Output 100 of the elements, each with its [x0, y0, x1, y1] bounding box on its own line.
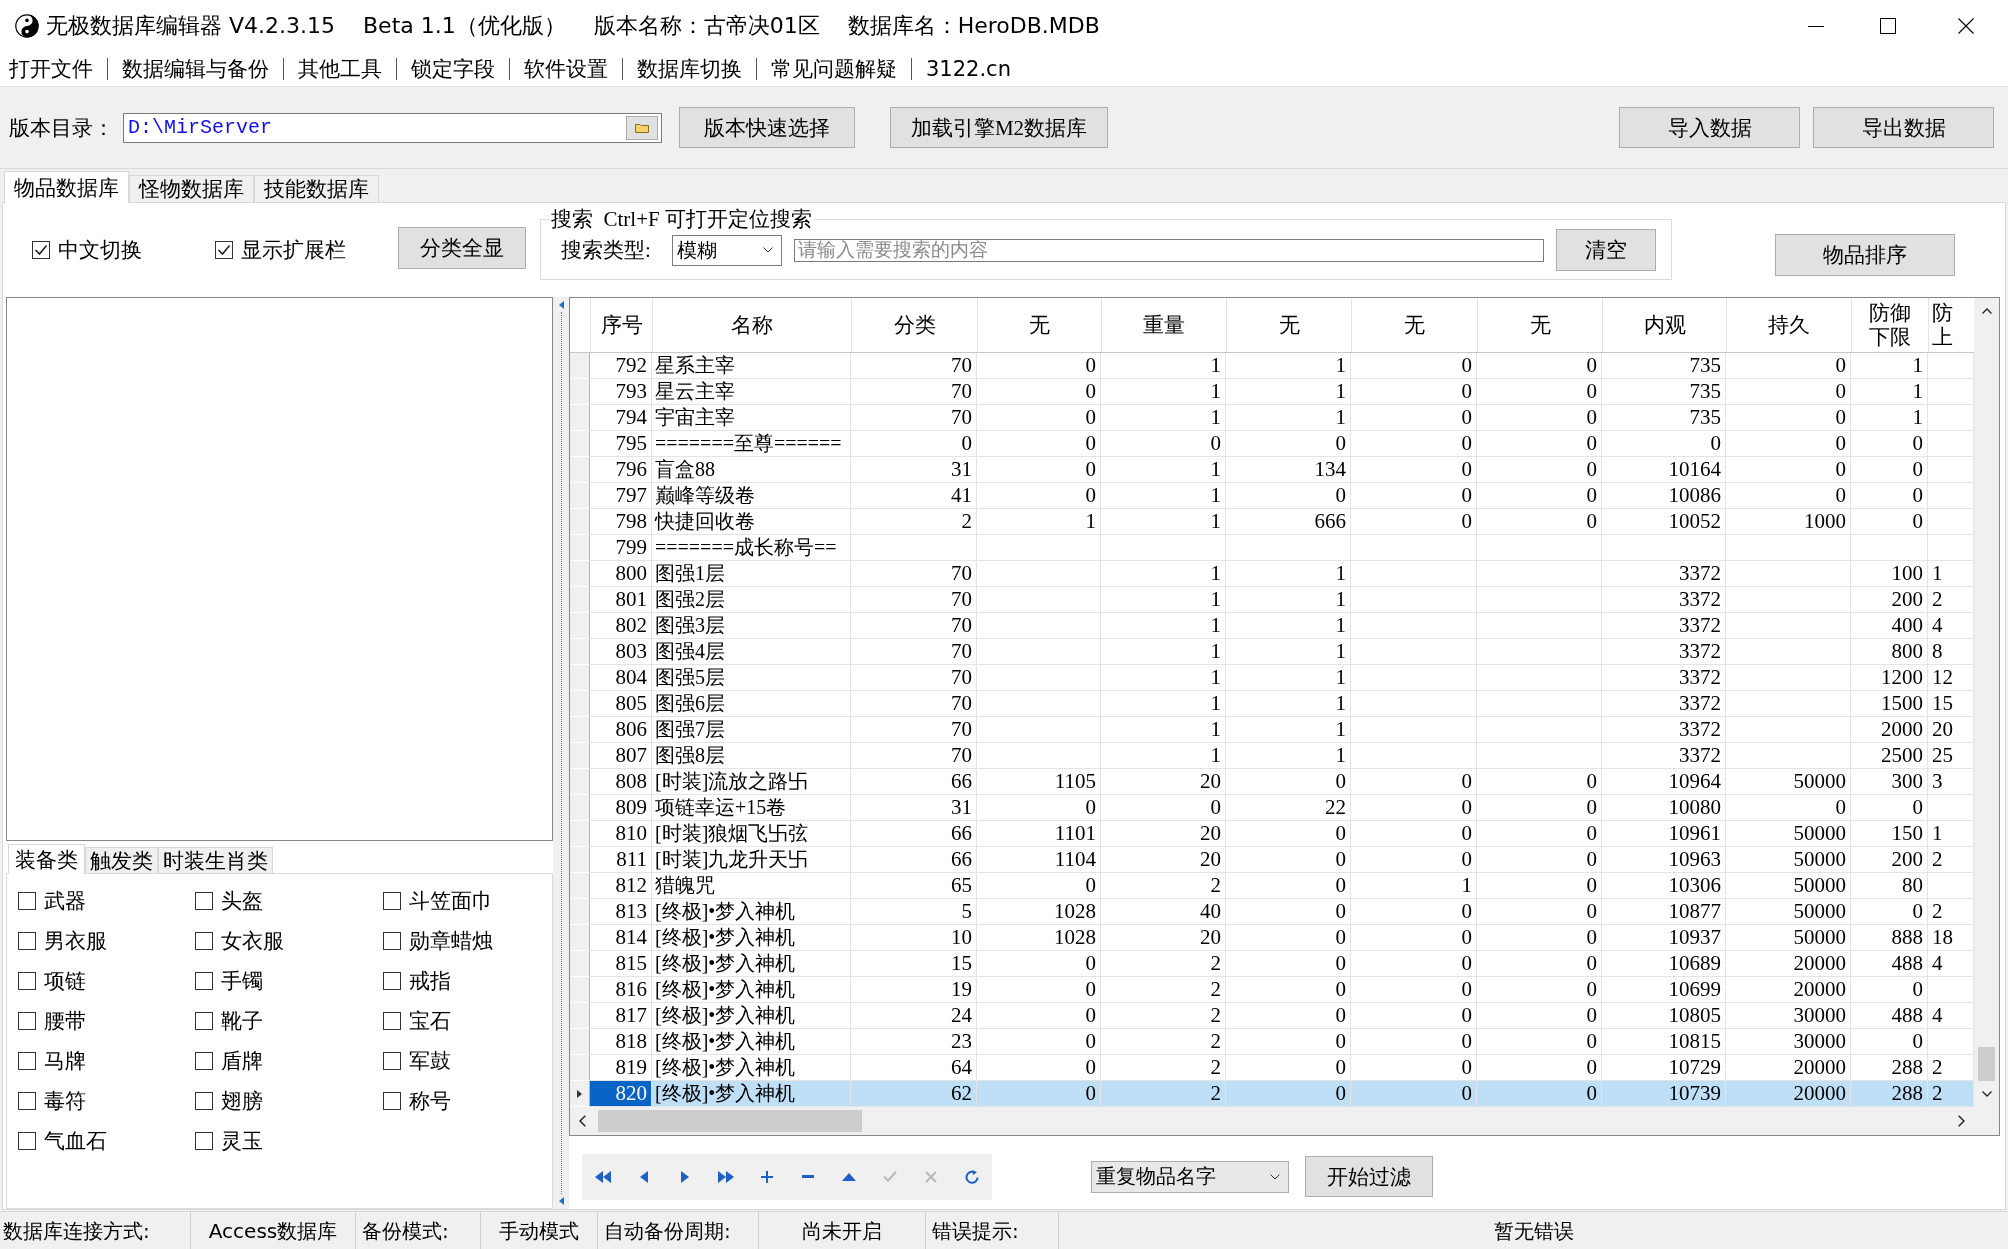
table-cell: 0	[977, 1003, 1101, 1029]
table-cell: 0	[977, 405, 1101, 431]
table-row[interactable]: 820 [终极]•梦入神机 62 0 2 0 0 0 10739 20000 288 2	[570, 1081, 1974, 1107]
table-row[interactable]: 808 [时装]流放之路卐 66 1105 20 0 0 0 10964 50000 300 3	[570, 769, 1974, 795]
checkbox[interactable]	[32, 241, 50, 259]
chevron-down-icon	[763, 247, 773, 253]
start-filter-button[interactable]: 开始过滤	[1305, 1156, 1433, 1197]
plus-icon	[760, 1170, 773, 1183]
checkbox[interactable]	[195, 1132, 213, 1150]
path-field[interactable]: D:\MirServer	[123, 112, 662, 143]
table-cell: 1104	[977, 847, 1101, 873]
table-row[interactable]: 799 =======成长称号==	[570, 535, 1974, 561]
table-row[interactable]: 806 图强7层 70 1 1 3372 2000 20	[570, 717, 1974, 743]
table-row[interactable]: 815 [终极]•梦入神机 15 0 2 0 0 0 10689 20000 488 4	[570, 951, 1974, 977]
checkbox[interactable]	[383, 1092, 401, 1110]
checkbox-label: 称号	[409, 1088, 451, 1115]
table-row[interactable]: 805 图强6层 70 1 1 3372 1500 15	[570, 691, 1974, 717]
menu-item[interactable]: 打开文件	[0, 54, 107, 84]
search-type-dropdown[interactable]: 模糊	[672, 234, 782, 266]
checkbox[interactable]	[383, 1012, 401, 1030]
toolbar-button[interactable]: 导出数据	[1813, 107, 1994, 148]
table-row[interactable]: 809 项链幸运+15卷 31 0 0 22 0 0 10080 0 0	[570, 795, 1974, 821]
menu-item[interactable]: 数据库切换	[623, 54, 756, 84]
checkbox[interactable]	[383, 972, 401, 990]
table-row[interactable]: 796 盲盒88 31 0 1 134 0 0 10164 0 0	[570, 457, 1974, 483]
table-row[interactable]: 807 图强8层 70 1 1 3372 2500 25	[570, 743, 1974, 769]
checkbox[interactable]	[383, 932, 401, 950]
clear-button[interactable]: 清空	[1556, 229, 1656, 271]
checkbox[interactable]	[18, 1092, 36, 1110]
right-triangle-icon	[680, 1170, 689, 1183]
table-row[interactable]: 797 巅峰等级卷 41 0 1 0 0 0 10086 0 0	[570, 483, 1974, 509]
splitter[interactable]	[553, 297, 569, 1209]
search-field[interactable]: 请输入需要搜索的内容	[794, 238, 1544, 262]
checkbox[interactable]	[195, 1052, 213, 1070]
table-cell: 0	[977, 379, 1101, 405]
horizontal-scrollbar[interactable]	[570, 1107, 1999, 1135]
table-row[interactable]: 798 快捷回收卷 2 1 1 666 0 0 10052 1000 0	[570, 509, 1974, 535]
table-cell: 0	[1101, 431, 1226, 457]
tab[interactable]: 时装生肖类	[158, 847, 273, 873]
tab[interactable]: 物品数据库	[4, 171, 129, 203]
table-row[interactable]: 812 猎魄咒 65 0 2 0 1 0 10306 50000 80	[570, 873, 1974, 899]
checkbox[interactable]	[18, 1052, 36, 1070]
table-cell: 1	[1351, 873, 1477, 899]
table-row[interactable]: 814 [终极]•梦入神机 10 1028 20 0 0 0 10937 50000 888 18	[570, 925, 1974, 951]
table-row[interactable]: 804 图强5层 70 1 1 3372 1200 12	[570, 665, 1974, 691]
toolbar-button[interactable]: 加载引擎M2数据库	[890, 107, 1108, 148]
table-cell: 0	[851, 431, 977, 457]
checkbox[interactable]	[18, 972, 36, 990]
filter-dropdown[interactable]: 重复物品名字	[1091, 1160, 1289, 1193]
table-row[interactable]: 816 [终极]•梦入神机 19 0 2 0 0 0 10699 20000 0	[570, 977, 1974, 1003]
table-row[interactable]: 794 宇宙主宰 70 0 1 1 0 0 735 0 1	[570, 405, 1974, 431]
menu-item[interactable]: 其他工具	[284, 54, 396, 84]
table-row[interactable]: 803 图强4层 70 1 1 3372 800 8	[570, 639, 1974, 665]
tab[interactable]: 装备类	[8, 844, 85, 874]
checkbox[interactable]	[18, 892, 36, 910]
table-row[interactable]: 817 [终极]•梦入神机 24 0 2 0 0 0 10805 30000 488 4	[570, 1003, 1974, 1029]
checkbox[interactable]	[18, 1012, 36, 1030]
table-cell: 70	[851, 717, 977, 743]
table-cell: 图强5层	[652, 665, 851, 691]
checkbox[interactable]	[18, 1132, 36, 1150]
table-cell: 20	[1101, 769, 1226, 795]
table-cell: 5	[851, 899, 977, 925]
checkbox[interactable]	[195, 972, 213, 990]
tab[interactable]: 技能数据库	[254, 175, 379, 202]
table-row[interactable]: 802 图强3层 70 1 1 3372 400 4	[570, 613, 1974, 639]
tab[interactable]: 触发类	[85, 847, 158, 873]
table-row[interactable]: 818 [终极]•梦入神机 23 0 2 0 0 0 10815 30000 0	[570, 1029, 1974, 1055]
checkbox[interactable]	[195, 892, 213, 910]
menu-item[interactable]: 数据编辑与备份	[108, 54, 283, 84]
checkbox[interactable]	[18, 932, 36, 950]
table-row[interactable]: 795 =======至尊====== 0 0 0 0 0 0 0 0 0	[570, 431, 1974, 457]
checkbox[interactable]	[215, 241, 233, 259]
checkbox[interactable]	[195, 1092, 213, 1110]
vertical-scrollbar[interactable]	[1974, 298, 1999, 1107]
table-row[interactable]: 810 [时装]狼烟飞卐弦 66 1101 20 0 0 0 10961 50000 150 1	[570, 821, 1974, 847]
checkbox-label: 男衣服	[44, 928, 107, 955]
checkbox[interactable]	[195, 1012, 213, 1030]
table-row[interactable]: 813 [终极]•梦入神机 5 1028 40 0 0 0 10877 50000 0 2	[570, 899, 1974, 925]
toolbar-button[interactable]: 版本快速选择	[679, 107, 855, 148]
toolbar-button[interactable]: 导入数据	[1619, 107, 1800, 148]
browse-button[interactable]	[626, 115, 658, 140]
checkbox-label: 靴子	[221, 1008, 263, 1035]
up-triangle-icon	[841, 1172, 856, 1181]
show-all-button[interactable]: 分类全显	[398, 227, 526, 269]
table-row[interactable]: 801 图强2层 70 1 1 3372 200 2	[570, 587, 1974, 613]
scroll-thumb[interactable]	[1978, 1047, 1995, 1081]
menu-item[interactable]: 软件设置	[510, 54, 622, 84]
checkbox[interactable]	[195, 932, 213, 950]
table-row[interactable]: 792 星系主宰 70 0 1 1 0 0 735 0 1	[570, 353, 1974, 379]
table-row[interactable]: 793 星云主宰 70 0 1 1 0 0 735 0 1	[570, 379, 1974, 405]
tab[interactable]: 怪物数据库	[129, 175, 254, 202]
sort-button[interactable]: 物品排序	[1775, 234, 1955, 276]
checkbox[interactable]	[383, 1052, 401, 1070]
menu-item[interactable]: 常见问题解疑	[757, 54, 911, 84]
checkbox[interactable]	[383, 892, 401, 910]
table-row[interactable]: 811 [时装]九龙升天卐 66 1104 20 0 0 0 10963 50000 200 2	[570, 847, 1974, 873]
menu-item[interactable]: 锁定字段	[397, 54, 509, 84]
menu-item[interactable]: 3122.cn	[912, 54, 1025, 84]
table-row[interactable]: 800 图强1层 70 1 1 3372 100 1	[570, 561, 1974, 587]
scroll-thumb[interactable]	[598, 1110, 862, 1132]
